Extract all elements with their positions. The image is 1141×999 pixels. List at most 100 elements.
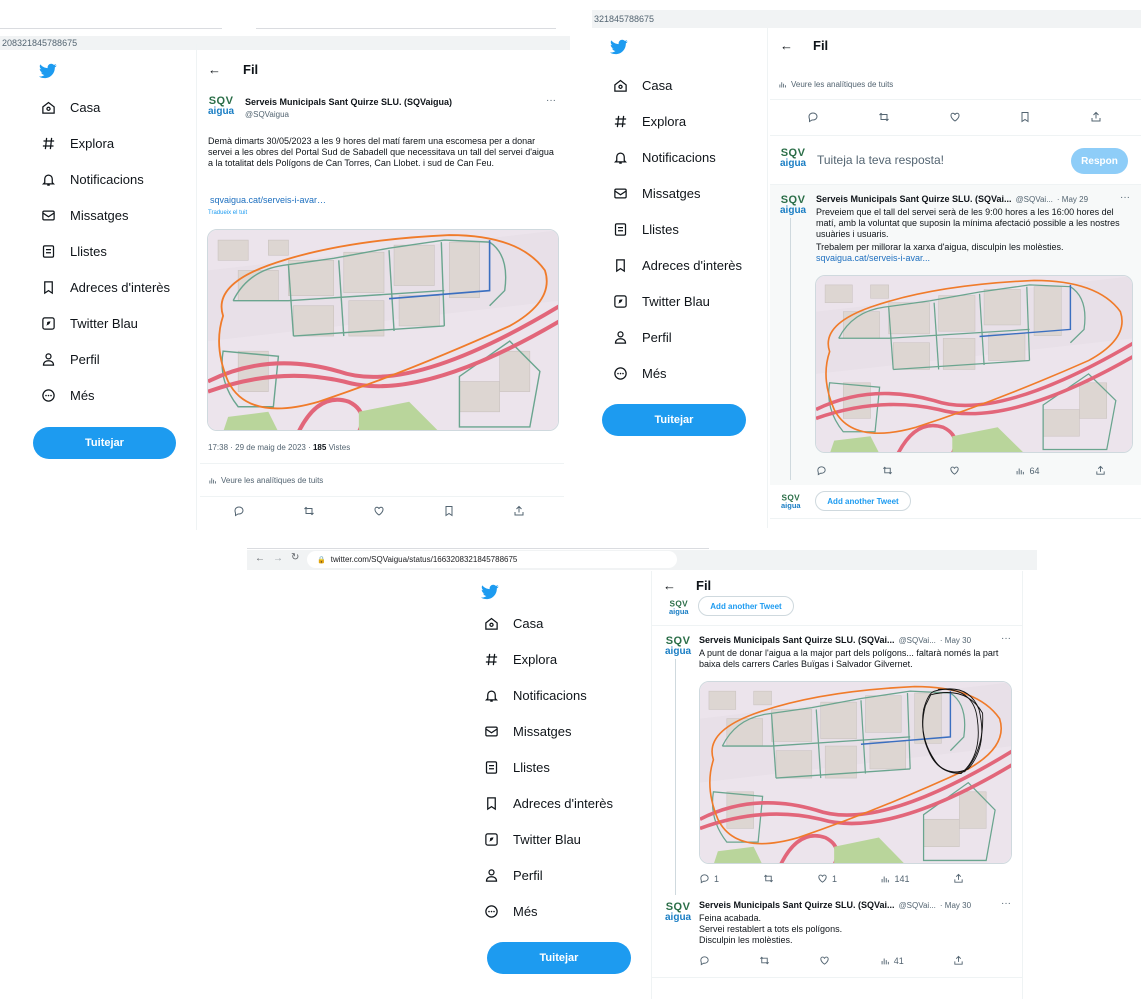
bookmark-icon[interactable] <box>1019 111 1031 123</box>
address-bar-fragment[interactable]: 208321845788675 <box>0 36 570 50</box>
retweet-icon[interactable] <box>763 873 774 884</box>
nav-lists[interactable]: Llistes <box>612 221 679 237</box>
reply-icon[interactable] <box>233 505 245 517</box>
tweet-author-handle[interactable]: @SQVai... <box>1016 195 1053 204</box>
tweet-author-name[interactable]: Serveis Municipals Sant Quirze SLU. (SQV… <box>816 194 1012 204</box>
reply-action[interactable]: 1 <box>699 873 719 884</box>
nav-notifications[interactable]: Notificacions <box>483 687 587 703</box>
reply-icon[interactable] <box>807 111 819 123</box>
tweet-compose-button[interactable]: Tuitejar <box>602 404 746 436</box>
reply-icon[interactable] <box>816 465 827 476</box>
twitter-bird-icon[interactable] <box>609 38 629 56</box>
nav-more[interactable]: Més <box>40 387 95 403</box>
like-icon[interactable] <box>373 505 385 517</box>
more-options-icon[interactable]: ··· <box>1120 192 1130 203</box>
back-arrow-icon[interactable]: ← <box>663 578 676 593</box>
retweet-icon[interactable] <box>878 111 890 123</box>
translate-link[interactable]: Tradueix el tuit <box>208 210 247 216</box>
nav-twitter-blue[interactable]: Twitter Blau <box>483 831 581 847</box>
like-icon[interactable] <box>949 111 961 123</box>
nav-profile[interactable]: Perfil <box>612 329 672 345</box>
tweet-author-name[interactable]: Serveis Municipals Sant Quirze SLU. (SQV… <box>245 97 452 107</box>
back-arrow-icon[interactable]: ← <box>208 62 221 77</box>
tweet-author-name[interactable]: Serveis Municipals Sant Quirze SLU. (SQV… <box>699 635 895 645</box>
tweet-compose-button[interactable]: Tuitejar <box>487 942 631 974</box>
views-count[interactable]: 141 <box>880 874 910 884</box>
reload-icon[interactable]: ↻ <box>291 552 299 563</box>
analytics-link[interactable]: Veure les analítiques de tuits <box>778 80 893 89</box>
nav-home[interactable]: Casa <box>612 77 672 93</box>
more-options-icon[interactable]: ··· <box>1001 633 1011 644</box>
nav-explore[interactable]: Explora <box>40 135 114 151</box>
nav-notifications[interactable]: Notificacions <box>612 149 716 165</box>
views-count[interactable]: 64 <box>1015 466 1039 476</box>
tweet-link[interactable]: sqvaigua.cat/serveis-i-avar… <box>210 195 326 206</box>
retweet-icon[interactable] <box>303 505 315 517</box>
address-bar[interactable]: 🔒 twitter.com/SQVaigua/status/16632083218… <box>307 551 677 568</box>
nav-messages[interactable]: Missatges <box>40 207 129 223</box>
sqv-avatar[interactable]: SQV aigua <box>780 195 806 216</box>
nav-twitter-blue[interactable]: Twitter Blau <box>40 315 138 331</box>
reply-icon[interactable] <box>699 955 710 966</box>
stats-icon <box>208 476 217 485</box>
tweet-date[interactable]: · May 29 <box>1057 195 1088 204</box>
sqv-avatar[interactable]: SQV aigua <box>665 636 691 657</box>
tweet-link[interactable]: sqvaigua.cat/serveis-i-avar... <box>816 253 930 264</box>
nav-home[interactable]: Casa <box>40 99 100 115</box>
reply-input[interactable]: Tuiteja la teva resposta! <box>817 153 944 167</box>
nav-twitter-blue[interactable]: Twitter Blau <box>612 293 710 309</box>
add-another-tweet-button[interactable]: Add another Tweet <box>698 596 794 616</box>
back-arrow-icon[interactable]: ← <box>780 38 793 53</box>
nav-bookmarks[interactable]: Adreces d'interès <box>483 795 613 811</box>
nav-more[interactable]: Més <box>483 903 538 919</box>
nav-messages[interactable]: Missatges <box>612 185 701 201</box>
tweet-date[interactable]: · May 30 <box>940 901 971 910</box>
sqv-avatar[interactable]: SQV aigua <box>665 902 691 923</box>
share-icon[interactable] <box>513 505 525 517</box>
bookmark-icon[interactable] <box>443 505 455 517</box>
twitter-bird-icon[interactable] <box>38 62 58 80</box>
more-options-icon[interactable]: ··· <box>1001 898 1011 909</box>
more-options-icon[interactable]: ··· <box>546 95 556 106</box>
address-bar-fragment[interactable]: 321845788675 <box>592 12 792 26</box>
like-icon[interactable] <box>819 955 830 966</box>
nav-lists[interactable]: Llistes <box>40 243 107 259</box>
like-action[interactable]: 1 <box>817 873 837 884</box>
tweet-compose-button[interactable]: Tuitejar <box>33 427 176 459</box>
nav-bookmarks[interactable]: Adreces d'interès <box>40 279 170 295</box>
nav-explore[interactable]: Explora <box>612 113 686 129</box>
like-icon[interactable] <box>949 465 960 476</box>
retweet-icon[interactable] <box>882 465 893 476</box>
share-icon[interactable] <box>953 873 964 884</box>
map-image[interactable] <box>699 681 1012 864</box>
tweet-author-handle[interactable]: @SQVai... <box>899 636 936 645</box>
views-count[interactable]: 41 <box>880 956 904 966</box>
map-image[interactable] <box>207 229 559 431</box>
sqv-avatar[interactable]: SQV aigua <box>208 96 234 117</box>
twitter-bird-icon[interactable] <box>480 583 500 601</box>
nav-messages[interactable]: Missatges <box>483 723 572 739</box>
nav-profile[interactable]: Perfil <box>483 867 543 883</box>
nav-profile[interactable]: Perfil <box>40 351 100 367</box>
reply-button[interactable]: Respon <box>1071 148 1128 174</box>
map-image[interactable] <box>815 275 1133 453</box>
retweet-icon[interactable] <box>759 955 770 966</box>
nav-home[interactable]: Casa <box>483 615 543 631</box>
add-another-tweet-button[interactable]: Add another Tweet <box>815 491 911 511</box>
share-icon[interactable] <box>953 955 964 966</box>
analytics-link[interactable]: Veure les analítiques de tuits <box>208 476 323 485</box>
tweet-author-handle[interactable]: @SQVaigua <box>245 110 289 119</box>
nav-notifications[interactable]: Notificacions <box>40 171 144 187</box>
browser-forward-icon[interactable]: → <box>273 553 283 564</box>
tweet-author-name[interactable]: Serveis Municipals Sant Quirze SLU. (SQV… <box>699 900 895 910</box>
share-icon[interactable] <box>1095 465 1106 476</box>
browser-back-icon[interactable]: ← <box>255 553 265 564</box>
nav-lists[interactable]: Llistes <box>483 759 550 775</box>
tweet-author-handle[interactable]: @SQVai... <box>899 901 936 910</box>
share-icon[interactable] <box>1090 111 1102 123</box>
page-title: Fil <box>243 62 259 77</box>
nav-more[interactable]: Més <box>612 365 667 381</box>
nav-explore[interactable]: Explora <box>483 651 557 667</box>
nav-bookmarks[interactable]: Adreces d'interès <box>612 257 742 273</box>
tweet-date[interactable]: · May 30 <box>940 636 971 645</box>
